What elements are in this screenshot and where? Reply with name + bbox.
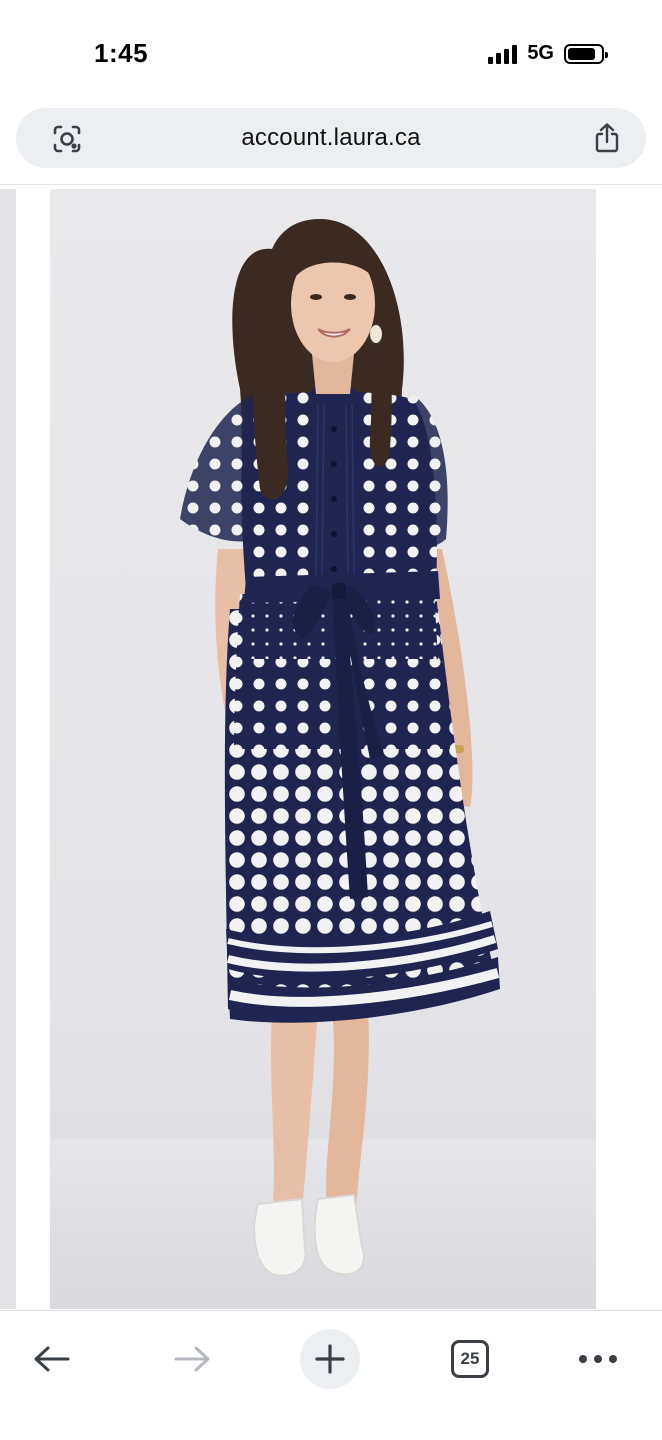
- signal-icon: [488, 44, 518, 64]
- back-button[interactable]: [22, 1329, 82, 1389]
- battery-level: [568, 47, 596, 60]
- share-icon[interactable]: [592, 122, 622, 154]
- product-illustration: [50, 219, 596, 1309]
- product-photo[interactable]: [50, 189, 596, 1309]
- bottom-toolbar: 25: [0, 1310, 662, 1440]
- new-tab-button[interactable]: [300, 1329, 360, 1389]
- status-time: 1:45: [94, 38, 149, 68]
- tab-count-badge: 25: [451, 1340, 489, 1378]
- more-dots-icon: [579, 1355, 617, 1363]
- network-type: 5G: [527, 42, 554, 64]
- plus-icon: [315, 1344, 345, 1374]
- status-bar: 1:45 5G: [0, 0, 662, 100]
- arrow-left-icon: [34, 1346, 70, 1372]
- status-indicators: 5G: [488, 42, 608, 65]
- battery-icon: [564, 43, 608, 64]
- tabs-button[interactable]: 25: [440, 1329, 500, 1389]
- lens-icon[interactable]: [52, 124, 82, 154]
- page-content: [0, 184, 662, 1312]
- address-bar[interactable]: account.laura.ca: [16, 108, 646, 168]
- arrow-right-icon: [174, 1346, 210, 1372]
- forward-button[interactable]: [162, 1329, 222, 1389]
- more-button[interactable]: [568, 1329, 628, 1389]
- url-text[interactable]: account.laura.ca: [241, 124, 420, 152]
- previous-image-edge[interactable]: [0, 189, 16, 1309]
